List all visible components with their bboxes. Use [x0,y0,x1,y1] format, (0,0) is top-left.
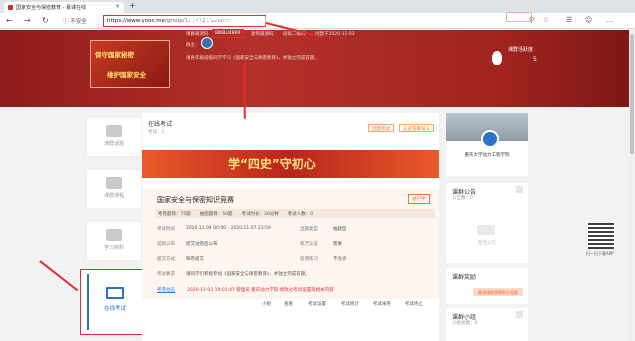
sidebar-item-materials[interactable]: 学习资料 [86,221,142,261]
action-statistics[interactable]: 考试统计 [341,301,359,307]
sidebar-item-label: 学习资料 [103,245,124,251]
activity-label: 课群活跃度 [508,47,534,53]
menu-icon[interactable]: … [606,16,613,24]
row-key: 成绩公布 [157,242,175,247]
not-secure-label[interactable]: ⓘ 不安全 [63,17,87,25]
row-value: 提交试卷后公布 [186,242,218,247]
address-bar-area: ← → ↻ ⓘ 不安全 https://www.yooc.me/group/12… [0,13,635,29]
exam-actions: 小组 查看 考试设置 考试统计 考试采卷 考试终止 [142,299,439,308]
page-scrollbar[interactable] [629,30,635,341]
row-key: 提交方式 [157,257,175,262]
laptop-icon [106,287,124,299]
row-value: 2020.11.04 00:00 - 2020.11.07 23:59 [186,226,271,231]
close-tab-icon[interactable]: × [115,3,120,10]
qr-label: 扫一扫下载APP [586,251,614,256]
teacher-name[interactable]: 重庆大学动力工程学院 [446,152,528,158]
empty-announcement-label: 暂无公告 [478,241,496,246]
flame-icon [492,51,502,65]
row-value: 需要 [333,242,342,247]
copy-code-link[interactable]: 复制邀请码 [251,31,274,37]
scrollbar-thumb[interactable] [630,34,634,154]
chat-bubbles-icon [106,125,122,137]
owner-label: 群主： [186,43,200,48]
annotation-arrow [39,260,79,291]
back-icon[interactable]: ← [6,16,13,25]
slogan-banner: 学“四史”守初心 [142,150,439,178]
row-key: 出题类型 [300,227,318,232]
sidebar-item-courses[interactable]: 课群课程 [86,169,142,209]
favorite-icon[interactable]: ☆ [543,16,549,24]
group-card: 课群小组 小组总数：0 [446,308,528,341]
collections-icon[interactable]: ☰ [566,16,572,24]
action-terminate[interactable]: 考试终止 [405,301,423,307]
teacher-avatar[interactable] [481,130,499,148]
course-banner: 保守国家秘密 维护国家安全 [0,30,635,107]
invite-code: BWBU48KR [212,29,244,38]
book-icon [106,177,122,189]
url-host: https://www.yooc.me [107,18,165,24]
course-title: 国家安全与保密教育 [186,17,268,27]
sidebar-item-online-exam[interactable]: 在线考试 [80,269,146,335]
import-exam-button[interactable]: 从试卷库导入 [399,124,434,132]
log-label[interactable]: 考卷动态 [157,288,175,293]
slogan-text: 学“四史”守初心 [228,157,316,171]
row-value: 每卷提交 [186,257,204,262]
row-value: 抽题型 [333,227,347,232]
sidebar-item-label: 课群话题 [103,141,124,147]
award-title: 课群奖励 [452,274,477,281]
section-title: 在线考试 [148,121,173,128]
exam-log: 考卷动态 2020-11-03 19:01:47 管理员 重庆动力学院 修改过考试… [157,287,432,293]
exam-stats: 考卷题目：75题 抽题题目：50题 考试时长：30分钟 考试人数：0 [155,209,435,218]
cover-line1: 保守国家秘密 [95,51,134,59]
profile-icon[interactable]: ☺ [585,16,592,24]
row-key: 权万认证 [300,242,318,247]
owner-avatar[interactable] [201,37,213,49]
refresh-icon[interactable]: ↻ [42,16,49,25]
report-button[interactable]: 举报课群 [506,12,532,22]
not-secure-text: 不安全 [70,19,87,25]
group-count: 小组总数：0 [452,321,478,326]
action-group[interactable]: 小组 [262,301,271,307]
site-favicon-icon [8,5,13,10]
row-value: 请同学们积极参加《国家安全与保密教育》，并独立完成答题。 [186,272,310,277]
activity-value: 5 [533,56,537,63]
announcement-card: 课群公告 公告数：0 暂无公告 [446,183,528,263]
status-badge: 进行中 [408,194,430,204]
qr-code-icon [588,223,614,249]
action-view[interactable]: 查看 [284,301,293,307]
forward-icon[interactable]: → [24,16,31,25]
teacher-card: 重庆大学动力工程学院 [446,113,528,176]
row-key: 反馈练习 [300,257,318,262]
tab-title: 国家安全与保密教育 - 慕课在线 [16,5,86,11]
browser-tab[interactable]: 国家安全与保密教育 - 慕课在线 × [4,2,124,13]
row-key: 考试时间 [157,227,175,232]
empty-box-icon [477,225,495,235]
row-key: 考试要求 [157,272,175,277]
new-tab-icon[interactable]: + [129,1,136,10]
sidebar-item-label: 课群课程 [103,193,124,199]
log-text: 2020-11-03 19:01:47 管理员 重庆动力学院 修改过考试设置等相… [187,288,334,293]
documents-icon [106,229,122,241]
award-card: 课群奖励 邀请课群获得积分奖励 [446,268,528,304]
sidebar-item-topics[interactable]: 课群话题 [86,117,142,157]
award-button[interactable]: 邀请课群获得积分奖励 [473,288,523,296]
announcement-count: 公告数：0 [452,196,473,201]
cover-line2: 维护国家安全 [107,71,146,79]
course-cover-image: 保守国家秘密 维护国家安全 [90,40,170,88]
course-description: 请各年级班级同学学习《国家安全与保密教育》，并独立完成答题。 [186,56,319,61]
create-exam-button[interactable]: 创建考试 [368,124,394,132]
row-value: 不允许 [333,257,347,262]
exam-title[interactable]: 国家安全与保密知识竞赛 [157,195,234,205]
edit-icon[interactable] [516,311,523,318]
sidebar-item-label: 在线考试 [103,306,126,312]
edit-icon[interactable] [516,186,523,193]
exam-count: 考试：1 [148,130,165,135]
action-collect[interactable]: 考试采卷 [373,301,391,307]
browser-tab-bar: 国家安全与保密教育 - 慕课在线 × + [0,0,635,13]
annotation-arrow [244,62,246,119]
action-settings[interactable]: 考试设置 [308,301,326,307]
